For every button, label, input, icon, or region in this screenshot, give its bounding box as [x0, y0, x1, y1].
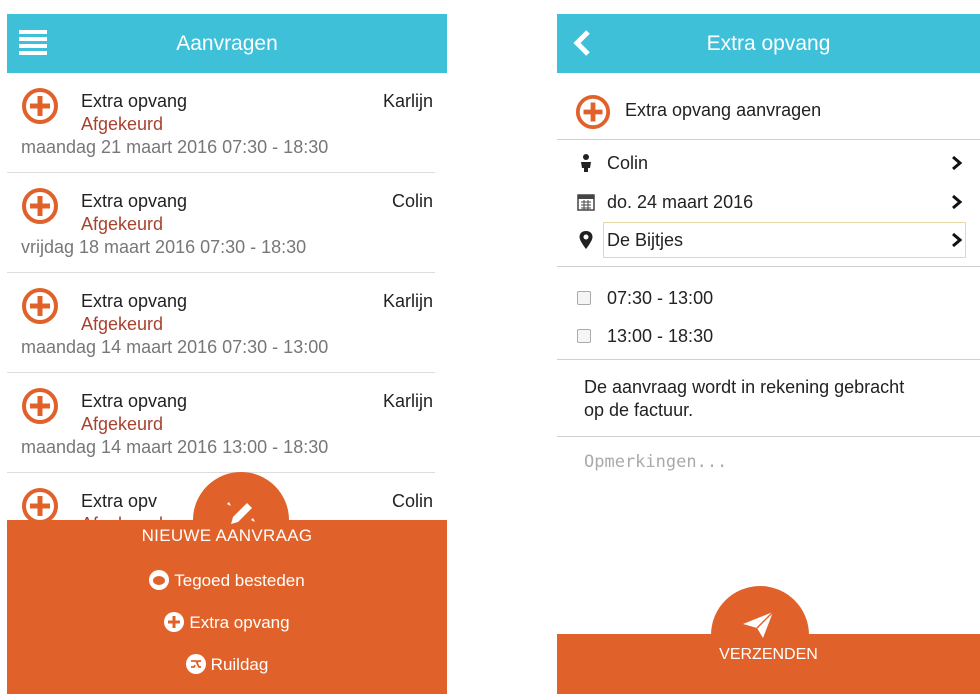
item-status: Afgekeurd	[81, 314, 164, 334]
top-bar: Extra opvang	[557, 14, 980, 73]
request-heading: Extra opvang aanvragen	[625, 100, 822, 120]
billing-notice: De aanvraag wordt in rekening gebracht o…	[584, 376, 904, 422]
list-item[interactable]: Extra opvang Afgekeurd Karlijn maandag 1…	[7, 373, 435, 473]
child-value: Colin	[607, 153, 649, 173]
item-type: Extra opvang	[81, 191, 188, 211]
item-date: vrijdag 18 maart 2016 07:30 - 18:30	[21, 237, 307, 257]
item-type: Extra opvang	[81, 391, 188, 411]
plus-circle-icon	[22, 388, 58, 424]
piggy-bank-icon	[149, 570, 170, 590]
remarks-textarea[interactable]: Opmerkingen...	[584, 452, 727, 472]
paper-plane-icon	[743, 611, 774, 638]
item-child: Colin	[391, 491, 433, 511]
swap-day-label: Ruildag	[210, 655, 269, 674]
child-selector[interactable]: Colin	[577, 153, 966, 175]
chevron-right-icon	[952, 194, 963, 210]
plus-circle-icon	[575, 94, 611, 130]
divider	[557, 266, 980, 267]
divider	[557, 139, 980, 140]
slot-morning[interactable]: 07:30 - 13:00	[577, 288, 966, 310]
slot-afternoon-label: 13:00 - 18:30	[607, 326, 714, 346]
list-item[interactable]: Extra opvang Afgekeurd Colin vrijdag 18 …	[7, 173, 435, 273]
chevron-right-icon	[952, 232, 963, 248]
divider	[557, 436, 980, 437]
page-title: Aanvragen	[176, 32, 278, 55]
item-status: Afgekeurd	[81, 114, 164, 134]
plus-circle-icon	[22, 88, 58, 124]
person-icon	[581, 154, 591, 172]
billing-notice-line: op de factuur.	[584, 400, 694, 420]
requests-screen: Aanvragen Extra opvang Afgekeurd Karlijn…	[7, 14, 447, 694]
item-type: Extra opvang	[81, 91, 188, 111]
top-bar: Aanvragen	[7, 14, 447, 73]
item-date: maandag 21 maart 2016 07:30 - 18:30	[21, 137, 329, 157]
swap-day-button[interactable]: Ruildag	[7, 654, 447, 675]
divider	[557, 359, 980, 360]
shuffle-icon	[185, 654, 206, 674]
new-request-heading: NIEUWE AANVRAAG	[141, 526, 313, 545]
item-child: Karlijn	[382, 91, 433, 111]
add-request-icon-wrap	[575, 94, 611, 130]
date-selector[interactable]: do. 24 maart 2016	[577, 192, 966, 214]
item-type: Extra opvang	[81, 291, 188, 311]
slot-morning-label: 07:30 - 13:00	[607, 288, 714, 308]
location-value: De Bijtjes	[607, 230, 684, 250]
slot-afternoon[interactable]: 13:00 - 18:30	[577, 326, 966, 348]
list-item[interactable]: Extra opvang Afgekeurd Karlijn maandag 1…	[7, 273, 435, 373]
item-child: Karlijn	[382, 391, 433, 411]
item-child: Karlijn	[382, 291, 433, 311]
billing-notice-line: De aanvraag wordt in rekening gebracht	[584, 377, 905, 397]
slot-morning-checkbox[interactable]	[577, 291, 591, 305]
item-status: Afgekeurd	[81, 214, 164, 234]
spend-credit-button[interactable]: Tegoed besteden	[7, 570, 447, 591]
extra-care-label: Extra opvang	[189, 613, 290, 632]
item-status: Afgekeurd	[81, 414, 164, 434]
spend-credit-label: Tegoed besteden	[174, 571, 305, 590]
send-fab[interactable]	[711, 586, 809, 684]
slot-afternoon-checkbox[interactable]	[577, 329, 591, 343]
plus-circle-icon	[22, 288, 58, 324]
item-child: Colin	[391, 191, 433, 211]
item-date: maandag 14 maart 2016 13:00 - 18:30	[21, 437, 329, 457]
chevron-right-icon	[952, 155, 963, 171]
item-type: Extra opv	[81, 491, 158, 511]
plus-circle-icon	[22, 188, 58, 224]
page-title: Extra opvang	[706, 32, 831, 55]
calendar-icon	[577, 194, 595, 211]
location-pin-icon	[579, 231, 593, 249]
send-label[interactable]: VERZENDEN	[557, 646, 980, 664]
item-date: maandag 14 maart 2016 07:30 - 13:00	[21, 337, 329, 357]
date-value: do. 24 maart 2016	[607, 192, 754, 212]
extra-care-button[interactable]: Extra opvang	[7, 612, 447, 633]
extra-care-screen: Extra opvang Extra opvang aanvragen Coli…	[557, 14, 980, 694]
new-request-fab[interactable]	[193, 472, 289, 568]
location-selector[interactable]: De Bijtjes	[577, 230, 966, 252]
plus-circle-icon	[164, 612, 185, 632]
list-item[interactable]: Extra opvang Afgekeurd Karlijn maandag 2…	[7, 73, 435, 173]
